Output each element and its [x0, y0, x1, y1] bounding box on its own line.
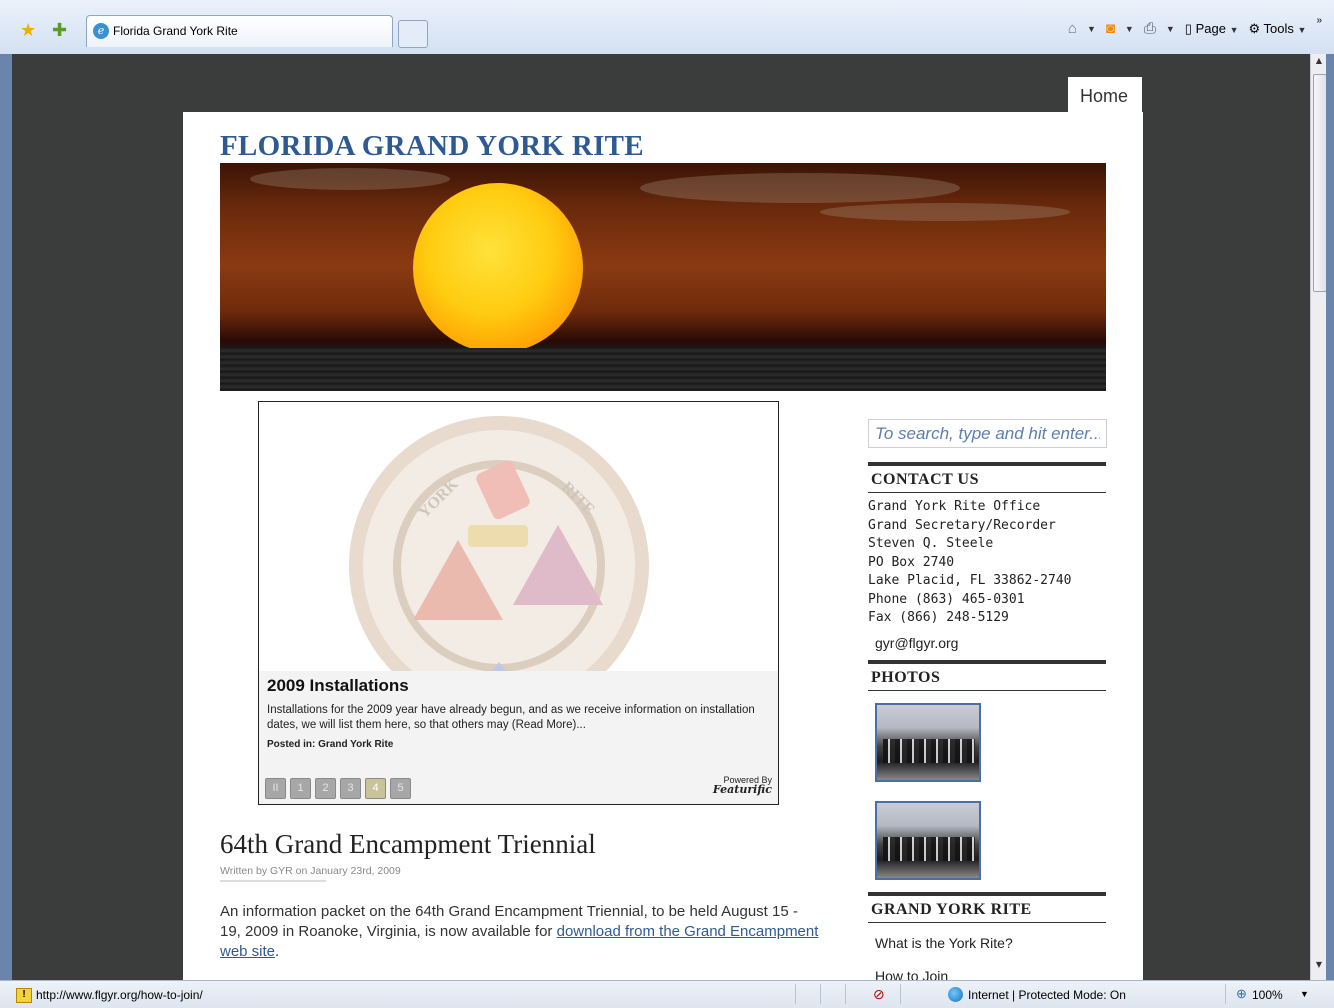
banner-cloud [820, 203, 1070, 221]
slide-pager: II 1 2 3 4 5 [265, 778, 411, 799]
slide-category: Posted in: Grand York Rite [267, 739, 393, 750]
vertical-scrollbar[interactable]: ▲ ▼ [1310, 54, 1327, 980]
print-dropdown-icon[interactable]: ▼ [1166, 24, 1175, 34]
toolbar-overflow-button[interactable]: » [1316, 15, 1322, 26]
home-icon[interactable]: ⌂ [1068, 20, 1077, 37]
contact-line: Steven Q. Steele [868, 536, 994, 551]
status-separator [845, 984, 846, 1004]
post-title[interactable]: 64th Grand Encampment Triennial [220, 829, 596, 860]
link-how-to-join[interactable]: How to Join [875, 968, 948, 980]
contact-line: PO Box 2740 [868, 554, 955, 570]
slide-category-value[interactable]: Grand York Rite [318, 739, 393, 750]
scroll-thumb[interactable] [1313, 74, 1327, 292]
status-separator [820, 984, 821, 1004]
slide-category-label: Posted in: [267, 739, 316, 750]
feeds-dropdown-icon[interactable]: ▼ [1125, 24, 1134, 34]
pause-button[interactable]: II [265, 778, 286, 799]
contact-line: Lake Placid, FL 33862-2740 [868, 573, 1072, 588]
gear-icon: ⚙ [1248, 20, 1261, 36]
nav-home-label: Home [1080, 86, 1129, 106]
slide-caption: 2009 Installations Installations for the… [259, 671, 778, 804]
status-separator [795, 984, 796, 1004]
contact-line: Fax (866) 248-5129 [868, 610, 1009, 625]
print-icon[interactable]: ⎙ [1144, 20, 1156, 37]
photo-thumbnail[interactable] [875, 703, 981, 782]
slide-page-button[interactable]: 3 [340, 778, 361, 799]
photos-heading: PHOTOS [868, 660, 1106, 691]
link-what-is-york-rite[interactable]: What is the York Rite? [875, 935, 1013, 951]
new-tab-button[interactable] [398, 20, 428, 48]
zoom-icon[interactable]: ⊕ [1236, 986, 1247, 1002]
status-separator [1225, 984, 1226, 1004]
post-body-end: . [275, 943, 280, 960]
photo-group [883, 739, 975, 763]
scroll-up-arrow-icon[interactable]: ▲ [1311, 56, 1327, 70]
featured-slider[interactable]: YORK RITE 2009 Installations Installatio… [258, 401, 779, 805]
tools-menu[interactable]: ⚙ Tools ▼ [1248, 21, 1306, 37]
slide-page-button-active[interactable]: 4 [365, 778, 386, 799]
home-dropdown-icon[interactable]: ▼ [1087, 24, 1096, 34]
tab-title: Florida Grand York Rite [113, 24, 238, 38]
slide-title[interactable]: 2009 Installations [267, 676, 409, 696]
contact-details: Grand York Rite Office Grand Secretary/R… [868, 498, 1072, 628]
contact-line: Phone (863) 465-0301 [868, 591, 1025, 607]
command-bar: ⌂ ▼ ◙ ▼ ⎙ ▼ ▯ Page ▼ ⚙ Tools ▼ » [1068, 15, 1322, 37]
scroll-down-arrow-icon[interactable]: ▼ [1311, 960, 1327, 974]
content-area: FLORIDA GRAND YORK RITE YORK RITE 2009 I… [183, 112, 1143, 980]
contact-email[interactable]: gyr@flgyr.org [875, 635, 958, 651]
page-menu[interactable]: ▯ Page ▼ [1185, 21, 1239, 37]
banner-sun [413, 183, 583, 353]
security-zone[interactable]: Internet | Protected Mode: On [968, 988, 1126, 1002]
browser-toolbar: ★ ✚ e Florida Grand York Rite ⌂ ▼ ◙ ▼ ⎙ ▼ ▯… [0, 0, 1334, 55]
post-meta: Written by GYR on January 23rd, 2009 [220, 865, 401, 882]
page-menu-label: Page [1195, 20, 1226, 36]
browser-tab[interactable]: e Florida Grand York Rite [86, 15, 393, 47]
photo-group [883, 837, 975, 861]
tools-dropdown-icon: ▼ [1297, 24, 1307, 35]
popup-blocker-icon[interactable]: ⊘ [873, 986, 885, 1003]
zoom-dropdown-icon[interactable]: ▼ [1300, 989, 1309, 999]
status-separator [900, 984, 901, 1004]
favorites-star-icon[interactable]: ★ [20, 20, 36, 41]
page-icon: ▯ [1184, 20, 1192, 36]
featurific-logo: Featurific [712, 783, 772, 796]
site-title[interactable]: FLORIDA GRAND YORK RITE [220, 130, 644, 163]
photo-thumbnail[interactable] [875, 801, 981, 880]
contact-heading: CONTACT US [868, 462, 1106, 493]
post-body: An information packet on the 64th Grand … [220, 902, 820, 962]
add-favorites-icon[interactable]: ✚ [52, 20, 67, 41]
emblem-triangle-purple [513, 525, 603, 605]
slide-excerpt: Installations for the 2009 year have alr… [267, 704, 755, 731]
nav-home-tab[interactable]: Home [1068, 77, 1142, 114]
search-input[interactable] [868, 419, 1107, 448]
status-url: http://www.flgyr.org/how-to-join/ [36, 988, 203, 1002]
grand-york-rite-heading: GRAND YORK RITE [868, 892, 1106, 923]
slide-page-button[interactable]: 2 [315, 778, 336, 799]
banner-cloud [250, 168, 450, 190]
contact-line: Grand York Rite Office [868, 499, 1041, 514]
slide-page-button[interactable]: 5 [390, 778, 411, 799]
zoom-level[interactable]: 100% [1252, 988, 1283, 1002]
banner-sea [220, 348, 1106, 391]
internet-globe-icon [948, 987, 963, 1002]
warning-icon: ! [16, 988, 32, 1003]
powered-by-featurific[interactable]: Powered By Featurific [713, 775, 772, 795]
window-left-border [0, 54, 12, 980]
slide-page-button[interactable]: 1 [290, 778, 311, 799]
tools-menu-label: Tools [1263, 20, 1294, 36]
ie-logo-icon: e [93, 23, 109, 39]
window-right-border [1326, 54, 1334, 980]
status-bar: ! http://www.flgyr.org/how-to-join/ ⊘ In… [0, 980, 1334, 1008]
contact-line: Grand Secretary/Recorder [868, 517, 1056, 533]
emblem-triangle-red [413, 540, 503, 620]
header-banner-image [220, 163, 1106, 391]
banner-cloud [640, 173, 960, 203]
feeds-icon[interactable]: ◙ [1106, 20, 1115, 37]
page-dropdown-icon: ▼ [1229, 24, 1239, 35]
